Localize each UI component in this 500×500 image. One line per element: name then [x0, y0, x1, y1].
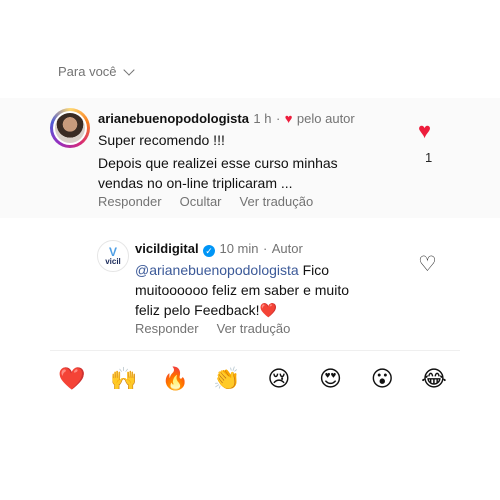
emoji-reaction-button[interactable]: 😮: [368, 366, 396, 392]
emoji-reaction-button[interactable]: 😂: [420, 366, 448, 392]
emoji-reaction-button[interactable]: 😢: [265, 366, 293, 392]
verified-badge-icon: ✓: [203, 245, 216, 257]
like-count: 1: [425, 150, 433, 165]
reply-actions: Responder Ver tradução: [135, 321, 290, 336]
reply-text: @arianebuenopodologista Fico muitoooooo …: [135, 262, 349, 318]
comment-actions: Responder Ocultar Ver tradução: [98, 194, 313, 209]
translate-button[interactable]: Ver tradução: [217, 321, 291, 336]
emoji-reaction-button[interactable]: 👏: [213, 366, 241, 392]
reply-header: vicildigital ✓ 10 min · Autor: [135, 241, 303, 257]
emoji-bar: ❤️ 🙌 🔥 👏 😢 😍 😮 😂: [58, 366, 448, 392]
author-like-tag: pelo autor: [296, 111, 355, 126]
emoji-reaction-button[interactable]: 🙌: [110, 366, 138, 392]
heart-icon: ♥: [284, 111, 293, 126]
sort-label: Para você: [58, 64, 117, 79]
translate-button[interactable]: Ver tradução: [240, 194, 314, 209]
emoji-reaction-button[interactable]: 🔥: [161, 366, 189, 392]
logo-icon: V: [108, 244, 117, 259]
avatar[interactable]: V vicil: [97, 240, 129, 272]
sort-dropdown[interactable]: Para você: [58, 63, 135, 79]
chevron-down-icon: [122, 63, 135, 76]
avatar-label: vicil: [105, 256, 121, 266]
author-badge: Autor: [271, 241, 303, 256]
like-heart-icon[interactable]: ♥: [418, 118, 431, 144]
reply-time: 10 min: [219, 241, 259, 256]
comment-time: 1 h: [253, 111, 272, 126]
comment-username[interactable]: arianebuenopodologista: [98, 111, 249, 126]
reply-username[interactable]: vicildigital: [135, 241, 199, 256]
avatar[interactable]: [50, 108, 90, 148]
emoji-reaction-button[interactable]: ❤️: [58, 366, 86, 392]
profile-photo: [55, 113, 85, 143]
emoji-reaction-button[interactable]: 😍: [317, 366, 345, 392]
comment-text: Super recomendo !!! Depois que realizei …: [98, 132, 338, 191]
reply-button[interactable]: Responder: [135, 321, 199, 336]
divider: [50, 350, 460, 351]
like-heart-outline-icon[interactable]: ♡: [418, 252, 437, 277]
reply-button[interactable]: Responder: [98, 194, 162, 209]
mention-link[interactable]: @arianebuenopodologista: [135, 262, 299, 278]
comment-header: arianebuenopodologista 1 h · ♥ pelo auto…: [98, 111, 355, 126]
hide-button[interactable]: Ocultar: [180, 194, 222, 209]
